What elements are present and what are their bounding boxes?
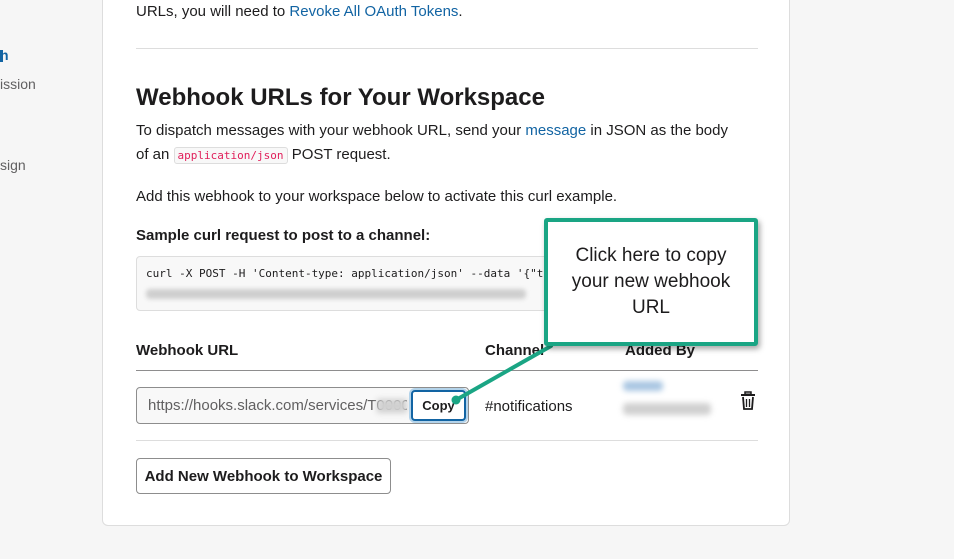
url-redacted bbox=[377, 399, 407, 413]
added-date-redacted bbox=[623, 403, 711, 415]
added-by-name-redacted bbox=[623, 381, 663, 391]
copy-button[interactable]: Copy bbox=[411, 390, 466, 421]
sidebar-item-design[interactable]: sign bbox=[0, 157, 26, 173]
section-divider bbox=[136, 48, 758, 49]
curl-url-redacted bbox=[146, 289, 526, 299]
page-title: Webhook URLs for Your Workspace bbox=[136, 84, 545, 111]
add-new-webhook-button[interactable]: Add New Webhook to Workspace bbox=[136, 458, 391, 494]
message-link[interactable]: message bbox=[525, 122, 586, 139]
sidebar-item-active[interactable]: n bbox=[0, 47, 9, 63]
copy-callout: Click here to copy your new webhook URL bbox=[544, 218, 758, 346]
table-header-rule bbox=[136, 370, 758, 371]
column-header-channel: Channel bbox=[485, 342, 545, 359]
column-header-webhook-url: Webhook URL bbox=[136, 342, 239, 359]
revoke-tokens-link[interactable]: Revoke All OAuth Tokens bbox=[289, 3, 458, 20]
left-sidebar: n ission sign bbox=[0, 0, 60, 559]
sidebar-item-permissions[interactable]: ission bbox=[0, 76, 36, 92]
content-type-code: application/json bbox=[173, 147, 288, 164]
activate-description: Add this webhook to your workspace below… bbox=[136, 188, 618, 205]
webhook-url-input[interactable] bbox=[137, 388, 407, 423]
trash-icon[interactable] bbox=[739, 391, 757, 411]
revoke-tokens-text: URLs, you will need to Revoke All OAuth … bbox=[136, 3, 463, 20]
channel-cell: #notifications bbox=[485, 398, 573, 415]
table-row-rule bbox=[136, 440, 758, 441]
dispatch-description: To dispatch messages with your webhook U… bbox=[136, 122, 728, 164]
sample-curl-heading: Sample curl request to post to a channel… bbox=[136, 227, 431, 244]
